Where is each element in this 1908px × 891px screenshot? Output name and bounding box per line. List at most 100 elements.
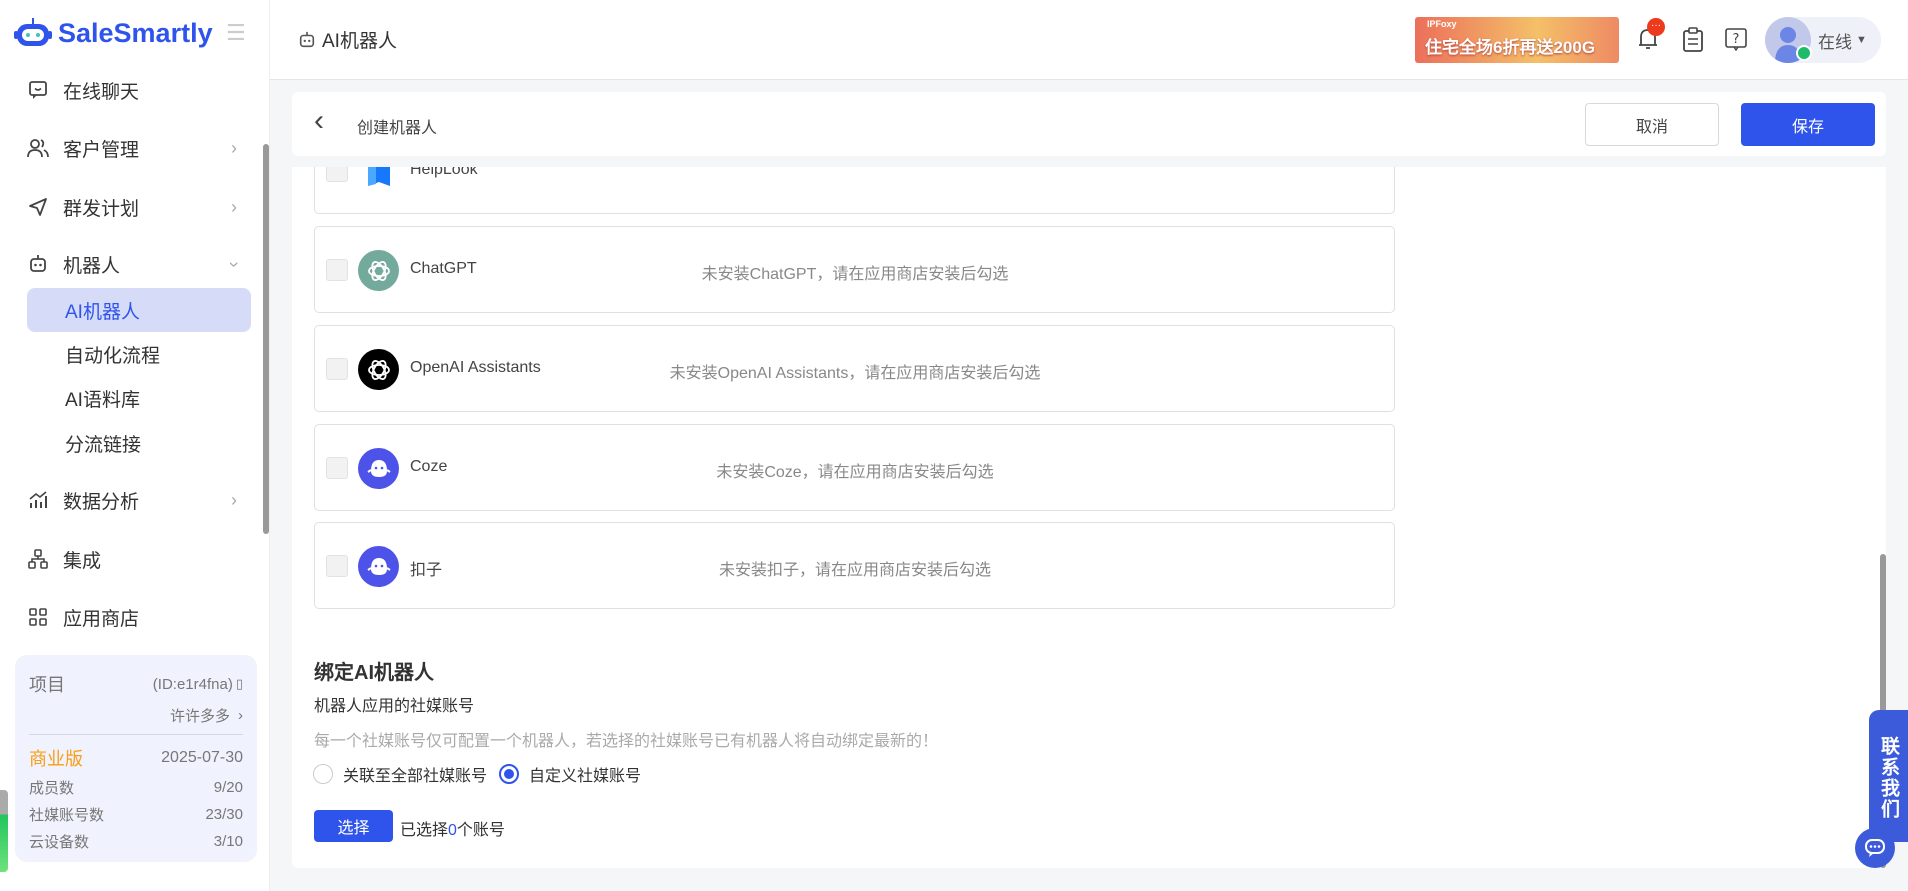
integration-name: ChatGPT <box>410 260 477 277</box>
promo-banner[interactable]: IPFoxy 住宅全场6折再送200G <box>1415 17 1619 63</box>
brand-logo[interactable]: SaleSmartly <box>14 16 213 50</box>
sidebar-item-broadcast[interactable]: 群发计划 › <box>27 185 251 229</box>
status-indicator-bar <box>0 790 8 872</box>
brand-name: SaleSmartly <box>58 17 213 48</box>
chevron-right-icon: › <box>231 137 237 158</box>
sidebar-item-label: 群发计划 <box>63 198 140 220</box>
kouzi-logo-icon <box>358 546 399 587</box>
users-icon <box>27 137 49 159</box>
chevron-right-icon: › <box>238 707 243 724</box>
radio-label: 关联至全部社媒账号 <box>343 768 488 785</box>
radio-all-accounts[interactable]: 关联至全部社媒账号 <box>313 762 487 786</box>
page-title-text: AI机器人 <box>322 31 397 52</box>
chat-smile-icon <box>27 79 49 101</box>
bind-section-hint: 每一个社媒账号仅可配置一个机器人，若选择的社媒账号已有机器人将自动绑定最新的！ <box>314 733 939 750</box>
caret-down-icon: ▼ <box>1856 34 1867 46</box>
integration-status: 未安装Coze，请在应用商店安装后勾选 <box>716 464 994 481</box>
sidebar-item-customers[interactable]: 客户管理 › <box>27 126 251 170</box>
notification-bell-icon[interactable]: ··· <box>1636 18 1665 54</box>
chevron-down-icon: › <box>224 261 245 267</box>
notification-badge: ··· <box>1647 18 1665 36</box>
checkbox[interactable] <box>326 457 348 479</box>
chat-bubble-icon[interactable] <box>1855 828 1895 868</box>
sidebar-subitem-corpus[interactable]: AI语料库 <box>27 376 251 420</box>
stat-value: 3/10 <box>213 833 243 850</box>
back-button[interactable]: ‹ <box>314 106 324 136</box>
top-header: AI机器人 IPFoxy 住宅全场6折再送200G ··· ? 在线 ▼ <box>270 0 1908 80</box>
robot-icon <box>299 31 315 47</box>
cancel-button[interactable]: 取消 <box>1585 103 1719 146</box>
integration-item-kouzi[interactable]: 扣子 未安装扣子，请在应用商店安装后勾选 <box>314 522 1395 609</box>
chart-icon <box>27 489 49 511</box>
radio-checked-icon <box>499 764 520 784</box>
chatgpt-logo-icon <box>358 250 399 291</box>
selected-prefix: 已选择 <box>400 822 449 839</box>
integration-status: 未安装扣子，请在应用商店安装后勾选 <box>718 562 992 579</box>
clipboard-icon[interactable] <box>1682 27 1704 58</box>
bind-section-title: 绑定AI机器人 <box>314 662 434 684</box>
integration-item-helplook[interactable]: HelpLook <box>314 167 1395 214</box>
save-button[interactable]: 保存 <box>1741 103 1875 146</box>
radio-custom-accounts[interactable]: 自定义社媒账号 <box>499 762 641 786</box>
sidebar-subitem-split-link[interactable]: 分流链接 <box>27 421 251 465</box>
sidebar-subitem-automation[interactable]: 自动化流程 <box>27 332 251 376</box>
stat-label: 社媒账号数 <box>29 807 105 824</box>
selected-count-text: 已选择0个账号 <box>400 816 505 840</box>
radio-label: 自定义社媒账号 <box>529 768 642 785</box>
sidebar-scrollbar[interactable] <box>263 144 269 534</box>
contact-us-button[interactable]: 联系我们 <box>1869 710 1908 842</box>
sidebar-item-robot[interactable]: 机器人 › <box>27 242 251 286</box>
user-status: 在线 <box>1818 32 1852 52</box>
stat-value: 23/30 <box>205 806 243 823</box>
sidebar-item-label: 数据分析 <box>63 491 140 513</box>
integration-item-chatgpt[interactable]: ChatGPT 未安装ChatGPT，请在应用商店安装后勾选 <box>314 226 1395 313</box>
user-status-menu[interactable]: 在线 ▼ <box>1765 17 1881 63</box>
toolbar-title: 创建机器人 <box>357 120 438 137</box>
checkbox[interactable] <box>326 259 348 281</box>
checkbox[interactable] <box>326 358 348 380</box>
online-dot-icon <box>1796 45 1812 61</box>
sidebar-item-integration[interactable]: 集成 <box>27 537 251 581</box>
robot-logo-icon <box>14 18 52 46</box>
stat-label: 成员数 <box>29 780 75 797</box>
copy-icon[interactable]: ▯ <box>236 676 243 692</box>
project-name: 许许多多 <box>169 708 230 725</box>
integration-name: 扣子 <box>410 562 443 579</box>
bind-section-subtitle: 机器人应用的社媒账号 <box>314 698 475 715</box>
help-icon[interactable]: ? <box>1725 28 1747 57</box>
page-title: AI机器人 <box>298 26 397 53</box>
sidebar-subitem-ai-robot[interactable]: AI机器人 <box>27 288 251 332</box>
integration-name: Coze <box>410 458 448 475</box>
integration-icon <box>27 548 49 570</box>
sidebar-item-analytics[interactable]: 数据分析 › <box>27 478 251 522</box>
project-label: 项目 <box>29 675 65 695</box>
sidebar-item-label: 集成 <box>63 550 102 572</box>
sidebar-item-app-store[interactable]: 应用商店 <box>27 595 251 639</box>
sidebar-item-label: 在线聊天 <box>63 81 140 103</box>
apps-icon <box>27 606 49 628</box>
stat-value: 9/20 <box>213 779 243 796</box>
robot-icon <box>27 253 49 275</box>
integration-status: 未安装ChatGPT，请在应用商店安装后勾选 <box>701 266 1009 283</box>
sidebar-item-chat[interactable]: 在线聊天 <box>27 68 251 112</box>
contact-us-label: 联系我们 <box>1878 736 1899 820</box>
project-id: (ID:e1r4fna) <box>152 675 233 693</box>
sidebar: SaleSmartly ☰ 在线聊天 客户管理 › 群发计划 › 机器人 › AI机器… <box>0 0 270 891</box>
selected-suffix: 个账号 <box>456 822 505 839</box>
radio-circle-icon <box>313 764 333 784</box>
page-toolbar: ‹ 创建机器人 取消 保存 <box>292 92 1886 156</box>
integration-name: OpenAI Assistants <box>410 359 541 376</box>
select-accounts-button[interactable]: 选择 <box>314 810 393 842</box>
integration-status: 未安装OpenAI Assistants，请在应用商店安装后勾选 <box>669 365 1041 382</box>
plan-expiry: 2025-07-30 <box>161 749 243 766</box>
checkbox[interactable] <box>326 167 348 182</box>
chevron-right-icon: › <box>231 489 237 510</box>
integration-item-coze[interactable]: Coze 未安装Coze，请在应用商店安装后勾选 <box>314 424 1395 511</box>
integration-name: HelpLook <box>410 167 478 178</box>
integration-item-openai-assistants[interactable]: OpenAI Assistants 未安装OpenAI Assistants，请… <box>314 325 1395 412</box>
sidebar-item-label: 应用商店 <box>63 608 140 630</box>
project-card: 项目 (ID:e1r4fna) ▯ 许许多多 › 商业版 2025-07-30 成员数 9… <box>15 655 257 862</box>
project-switcher[interactable]: 许许多多 › <box>29 705 243 735</box>
checkbox[interactable] <box>326 555 348 577</box>
collapse-menu-icon[interactable]: ☰ <box>226 20 246 46</box>
